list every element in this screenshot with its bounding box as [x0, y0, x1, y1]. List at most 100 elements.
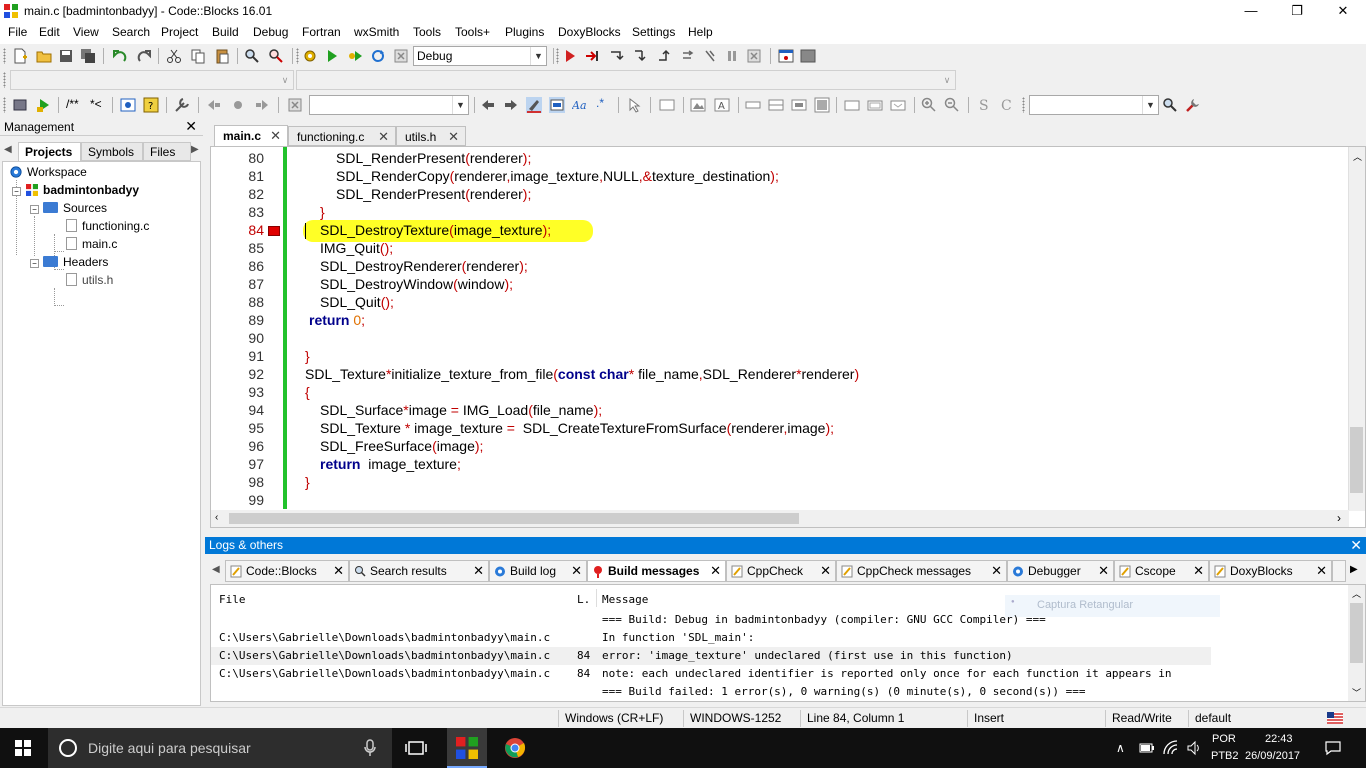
editor-tab-utils-h[interactable]: utils.h ✕ [396, 126, 466, 146]
editor-vertical-scrollbar[interactable]: ︿ [1348, 147, 1365, 511]
code-editor[interactable]: 80 81 82 83 84 85 86 87 88 89 90 91 92 9… [210, 146, 1366, 528]
abort-icon[interactable] [393, 48, 409, 64]
symbol-search-icon[interactable] [1162, 97, 1178, 113]
sources-collapse-icon[interactable]: − [30, 205, 39, 214]
pause-icon[interactable] [724, 48, 740, 64]
menu-edit[interactable]: Edit [39, 25, 60, 39]
tab-close-icon[interactable]: ✕ [448, 129, 459, 145]
open-folder-icon[interactable] [36, 48, 52, 64]
logs-vertical-scrollbar[interactable]: ︿ ﹀ [1348, 585, 1365, 701]
copy-icon[interactable] [190, 48, 206, 64]
log-tab-debugger[interactable]: Debugger ✕ [1007, 560, 1114, 582]
menu-debug[interactable]: Debug [253, 25, 288, 39]
menu-tools-plus[interactable]: Tools+ [455, 25, 490, 39]
run-to-cursor-icon[interactable] [584, 48, 600, 64]
volume-icon[interactable] [1186, 740, 1202, 756]
taskbar-search-box[interactable]: Digite aqui para pesquisar [48, 728, 392, 768]
jump-forward-icon[interactable] [254, 97, 270, 113]
scroll-thumb[interactable] [229, 513, 799, 524]
tree-file-functioning-c[interactable]: functioning.c [66, 219, 149, 235]
menu-file[interactable]: File [8, 25, 27, 39]
scroll-up-icon[interactable]: ︿ [1352, 587, 1361, 600]
vbox-tool-icon[interactable] [768, 97, 784, 113]
symbol-c-icon[interactable]: C [999, 97, 1015, 113]
symbol-settings-icon[interactable] [1185, 97, 1201, 113]
doxy-wizard-icon[interactable] [12, 97, 28, 113]
table-row-selected[interactable]: C:\Users\Gabrielle\Downloads\badmintonba… [211, 647, 1211, 665]
maximize-button[interactable]: ❐ [1274, 0, 1320, 22]
tab-close-icon[interactable]: ✕ [991, 563, 1002, 579]
debug-windows-icon[interactable] [778, 48, 794, 64]
new-file-icon[interactable] [12, 48, 28, 64]
menu-help[interactable]: Help [688, 25, 713, 39]
rebuild-icon[interactable] [370, 48, 386, 64]
hbox-tool-icon[interactable] [745, 97, 761, 113]
log-tab-cscope[interactable]: Cscope ✕ [1114, 560, 1209, 582]
panel-tool-icon[interactable] [890, 97, 906, 113]
log-tab-build-log[interactable]: Build log ✕ [489, 560, 587, 582]
pointer-tool-icon[interactable] [626, 97, 642, 113]
scope-select[interactable]: ∨ [10, 70, 294, 90]
tray-language[interactable]: POR [1212, 733, 1236, 745]
tab-close-icon[interactable]: ✕ [1193, 563, 1204, 579]
column-header-line[interactable]: L. [577, 593, 590, 611]
logs-close-icon[interactable]: ✕ [1350, 537, 1362, 554]
symbol-search-input[interactable]: ▼ [1029, 95, 1159, 115]
editor-horizontal-scrollbar[interactable]: ‹ › [211, 510, 1349, 527]
box-tool-icon[interactable] [814, 97, 830, 113]
battery-icon[interactable] [1139, 741, 1155, 755]
tab-symbols[interactable]: Symbols [81, 142, 143, 161]
tree-headers-folder[interactable]: Headers [43, 255, 108, 271]
menu-doxyblocks[interactable]: DoxyBlocks [558, 25, 621, 39]
log-tab-search-results[interactable]: Search results ✕ [349, 560, 489, 582]
column-header-message[interactable]: Message [602, 593, 648, 611]
stop-debugger-icon[interactable] [746, 48, 762, 64]
tab-projects[interactable]: Projects [18, 142, 81, 161]
debug-start-icon[interactable] [562, 48, 578, 64]
tab-scroll-right-icon[interactable]: ▶ [1350, 564, 1358, 575]
symbol-s-icon[interactable]: S [976, 97, 992, 113]
tray-date[interactable]: 26/09/2017 [1245, 750, 1300, 762]
scroll-down-icon[interactable]: ﹀ [1352, 686, 1361, 699]
log-tab-cppcheck-messages[interactable]: CppCheck messages ✕ [836, 560, 1007, 582]
minimize-button[interactable]: — [1228, 0, 1274, 22]
log-tab-cppcheck[interactable]: CppCheck ✕ [726, 560, 836, 582]
tree-sources-folder[interactable]: Sources [43, 201, 107, 217]
microphone-icon[interactable] [364, 739, 376, 757]
tab-close-icon[interactable]: ✕ [710, 563, 721, 579]
save-icon[interactable] [58, 48, 74, 64]
tray-keyboard-layout[interactable]: PTB2 [1211, 750, 1239, 762]
step-instruction-icon[interactable] [702, 48, 718, 64]
tray-time[interactable]: 22:43 [1265, 733, 1293, 745]
tree-workspace[interactable]: Workspace [9, 165, 87, 181]
highlight-icon[interactable] [526, 97, 542, 113]
notebook-tool-icon[interactable] [867, 97, 883, 113]
management-close-icon[interactable]: ✕ [185, 118, 197, 135]
tab-close-icon[interactable]: ✕ [1316, 563, 1327, 579]
incremental-search-input[interactable]: ▼ [309, 95, 469, 115]
grid-tool-icon[interactable] [791, 97, 807, 113]
doxy-block-comment-button[interactable]: /** [66, 97, 79, 111]
wifi-icon[interactable] [1163, 740, 1179, 756]
paste-icon[interactable] [214, 48, 230, 64]
build-messages-list[interactable]: File L. Message ● Captura Retangular ===… [210, 584, 1366, 702]
zoom-out-icon[interactable] [944, 97, 960, 113]
step-out-icon[interactable] [656, 48, 672, 64]
tab-close-icon[interactable]: ✕ [270, 128, 281, 144]
run-icon[interactable] [324, 48, 340, 64]
debug-info-icon[interactable] [800, 48, 816, 64]
taskbar-chrome-app[interactable] [495, 728, 535, 768]
match-case-icon[interactable]: Aa [572, 97, 588, 113]
scroll-thumb[interactable] [1350, 603, 1363, 663]
tree-project[interactable]: badmintonbadyy [25, 183, 139, 199]
menu-tools[interactable]: Tools [413, 25, 441, 39]
build-target-select[interactable]: Debug ▼ [413, 46, 547, 66]
step-into-icon[interactable] [632, 48, 648, 64]
table-row[interactable]: C:\Users\Gabrielle\Downloads\badmintonba… [211, 629, 1349, 647]
menu-view[interactable]: View [73, 25, 99, 39]
breakpoint-marker-icon[interactable] [268, 226, 280, 236]
search-previous-icon[interactable] [480, 97, 496, 113]
taskbar-codeblocks-app[interactable] [447, 728, 487, 768]
table-row[interactable]: C:\Users\Gabrielle\Downloads\badmintonba… [211, 665, 1349, 683]
function-select[interactable]: ∨ [296, 70, 956, 90]
